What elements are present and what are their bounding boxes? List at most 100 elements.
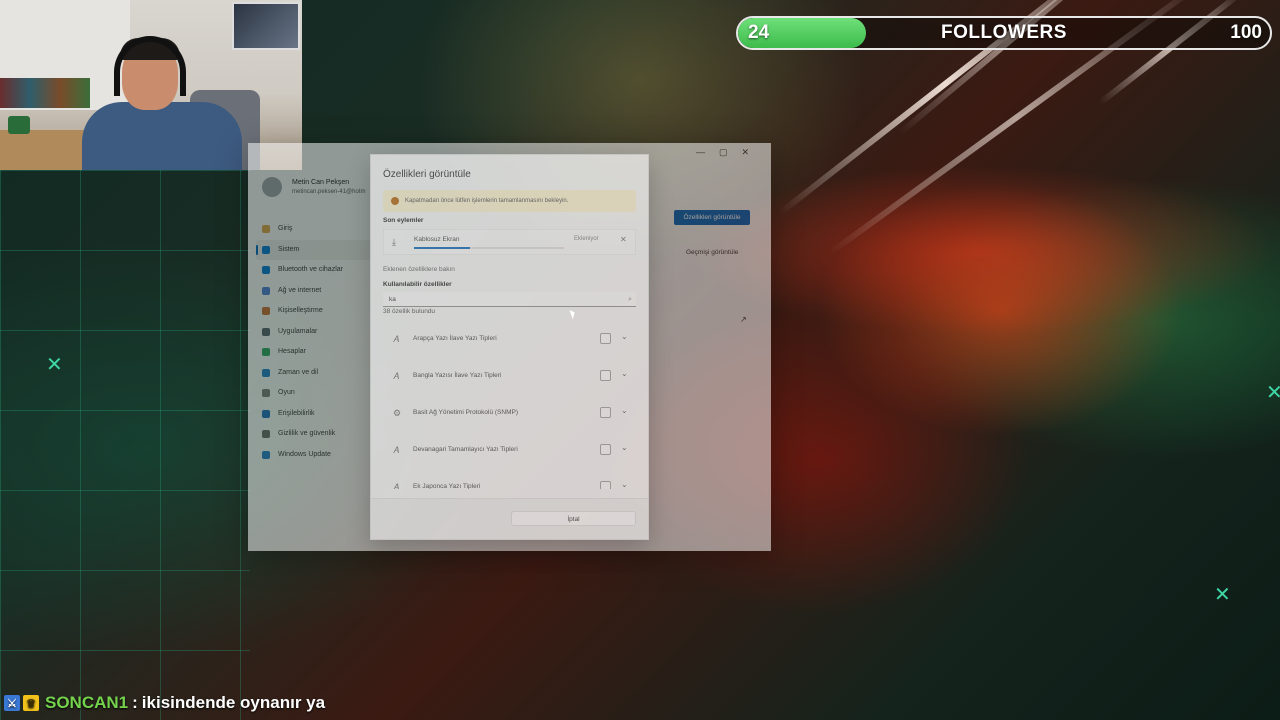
install-progress-bar <box>414 247 564 249</box>
feature-checkbox[interactable] <box>600 370 611 381</box>
window-controls[interactable]: —▢✕ <box>696 147 763 158</box>
chevron-down-icon[interactable]: ⌄ <box>621 480 628 489</box>
webcam-shelf <box>0 78 90 108</box>
system-icon <box>262 245 270 254</box>
install-progress-fill <box>414 247 470 249</box>
chat-text: ikisindende oynanır ya <box>141 693 326 712</box>
streamer-body <box>82 102 242 170</box>
feature-search-input[interactable]: ka ⌕ <box>383 292 636 307</box>
sidebar-item[interactable]: Hesaplar <box>256 342 371 363</box>
person-icon <box>262 348 270 356</box>
followers-goal: 100 <box>1230 22 1262 43</box>
sidebar-item[interactable]: Uygulamalar <box>256 322 371 343</box>
sidebar-item-label: Gizlilik ve güvenlik <box>278 430 336 437</box>
followers-label: FOLLOWERS <box>941 22 1067 43</box>
install-status: Ekleniyor <box>574 236 599 242</box>
chevron-down-icon[interactable]: ⌄ <box>621 406 628 415</box>
gear-icon: ⚙ <box>393 408 402 418</box>
sidebar-item[interactable]: Bluetooth ve cihazlar <box>256 260 371 281</box>
chat-username: SONCAN1 <box>45 693 129 712</box>
search-icon[interactable]: ⌕ <box>628 292 632 307</box>
dialog-footer: İptal <box>371 498 648 539</box>
close-icon[interactable]: ✕ <box>620 235 627 244</box>
feature-name: Arapça Yazı İlave Yazı Tipleri <box>413 335 497 342</box>
bluetooth-icon <box>262 266 270 274</box>
clock-globe-icon <box>262 368 270 377</box>
feature-row[interactable]: ⚙ Basit Ağ Yönetimi Protokolü (SNMP) ⌄ <box>383 395 636 432</box>
view-history-button[interactable]: Geçmişi görüntüle <box>686 249 738 256</box>
apps-icon <box>262 327 270 336</box>
install-progress-row: ⤓ Kablosuz Ekran Ekleniyor ✕ <box>383 229 636 255</box>
sidebar-item[interactable]: Ağ ve internet <box>256 281 371 302</box>
warning-banner: Kapatmadan önce lütfen işlemlerin tamaml… <box>383 190 636 212</box>
accessibility-icon <box>262 409 270 418</box>
moderator-badge-icon: ⚔ <box>4 695 20 711</box>
wifi-icon <box>262 286 270 295</box>
cross-mark: ✕ <box>46 354 63 376</box>
shield-icon <box>262 430 270 438</box>
install-item-name: Kablosuz Ekran <box>414 236 460 243</box>
followers-current: 24 <box>748 22 770 43</box>
sidebar-item[interactable]: Sistem <box>256 239 371 260</box>
recent-actions-label: Son eylemler <box>383 217 424 224</box>
webcam-poster <box>232 2 300 50</box>
font-icon: 𝐴 <box>393 334 399 344</box>
chat-separator: : <box>132 693 138 712</box>
sidebar-item[interactable]: Gizlilik ve güvenlik <box>256 424 371 445</box>
avatar <box>262 177 282 197</box>
background-grid <box>0 170 250 720</box>
chevron-down-icon[interactable]: ⌄ <box>621 369 628 378</box>
sidebar-item-label: Hesaplar <box>278 348 307 355</box>
feature-checkbox[interactable] <box>600 407 611 418</box>
font-icon: 𝐴 <box>393 371 399 381</box>
external-link-icon[interactable]: ↗ <box>740 315 747 324</box>
chevron-down-icon[interactable]: ⌄ <box>621 443 628 452</box>
home-icon <box>262 225 270 233</box>
feature-checkbox[interactable] <box>600 481 611 489</box>
sidebar-item-label: Windows Update <box>278 450 331 458</box>
font-icon: 𝐴 <box>393 445 399 455</box>
see-added-features-link[interactable]: Eklenen özelliklere bakın <box>383 266 455 273</box>
sidebar-item[interactable]: Giriş <box>256 219 371 240</box>
dialog-title: Özellikleri görüntüle <box>383 169 471 180</box>
sidebar-item[interactable]: Kişiselleştirme <box>256 301 371 322</box>
feature-name: Basit Ağ Yönetimi Protokolü (SNMP) <box>413 409 519 416</box>
crown-badge-icon: ♛ <box>23 695 39 711</box>
chat-message: ⚔ ♛ SONCAN1 : ikisindende oynanır ya <box>4 692 325 714</box>
sidebar-item-label: Giriş <box>278 225 293 232</box>
cross-mark: ✕ <box>1214 584 1231 606</box>
sidebar-item-label: Uygulamalar <box>278 327 318 335</box>
feature-checkbox[interactable] <box>600 444 611 455</box>
sidebar-item-label: Zaman ve dil <box>278 368 319 376</box>
sidebar-item-label: Erişilebilirlik <box>278 409 315 417</box>
sidebar-item[interactable]: Windows Update <box>256 445 371 466</box>
sidebar-item-label: Ağ ve internet <box>278 286 322 294</box>
cross-mark: ✕ <box>1266 382 1280 404</box>
gamepad-icon <box>262 389 270 397</box>
feature-checkbox[interactable] <box>600 333 611 344</box>
webcam-mug <box>8 116 30 134</box>
feature-name: Devanagari Tamamlayıcı Yazı Tipleri <box>413 446 518 453</box>
sidebar-item-label: Bluetooth ve cihazlar <box>278 266 343 273</box>
found-count: 38 özellik bulundu <box>383 308 436 315</box>
sidebar-item[interactable]: Erişilebilirlik <box>256 404 371 425</box>
sidebar-item[interactable]: Zaman ve dil <box>256 363 371 384</box>
sidebar-item-label: Oyun <box>278 389 295 396</box>
chevron-down-icon[interactable]: ⌄ <box>621 332 628 341</box>
sidebar-item[interactable]: Oyun <box>256 383 371 404</box>
available-features-label: Kullanılabilir özellikler <box>383 281 452 288</box>
cancel-button[interactable]: İptal <box>511 511 636 526</box>
feature-row[interactable]: 𝐴 Devanagari Tamamlayıcı Yazı Tipleri ⌄ <box>383 432 636 469</box>
warning-text: Kapatmadan önce lütfen işlemlerin tamaml… <box>405 198 569 204</box>
feature-row[interactable]: 𝐴 Arapça Yazı İlave Yazı Tipleri ⌄ <box>383 321 636 358</box>
feature-row[interactable]: 𝐴 Bangla Yazısı İlave Yazı Tipleri ⌄ <box>383 358 636 395</box>
view-features-button[interactable]: Özellikleri görüntüle <box>674 210 750 225</box>
feature-list: 𝐴 Arapça Yazı İlave Yazı Tipleri ⌄ 𝐴 Bangla … <box>383 321 636 489</box>
feature-name: Ek Japonca Yazı Tipleri <box>413 483 481 489</box>
sidebar-item-label: Kişiselleştirme <box>278 307 323 314</box>
optional-features-dialog: Özellikleri görüntüle Kapatmadan önce lü… <box>370 154 649 540</box>
feature-row[interactable]: 𝐴 Ek Japonca Yazı Tipleri ⌄ <box>383 469 636 489</box>
search-value: ka <box>389 296 396 303</box>
settings-nav: Giriş Sistem Bluetooth ve cihazlar Ağ ve in… <box>256 219 371 465</box>
update-icon <box>262 450 270 459</box>
